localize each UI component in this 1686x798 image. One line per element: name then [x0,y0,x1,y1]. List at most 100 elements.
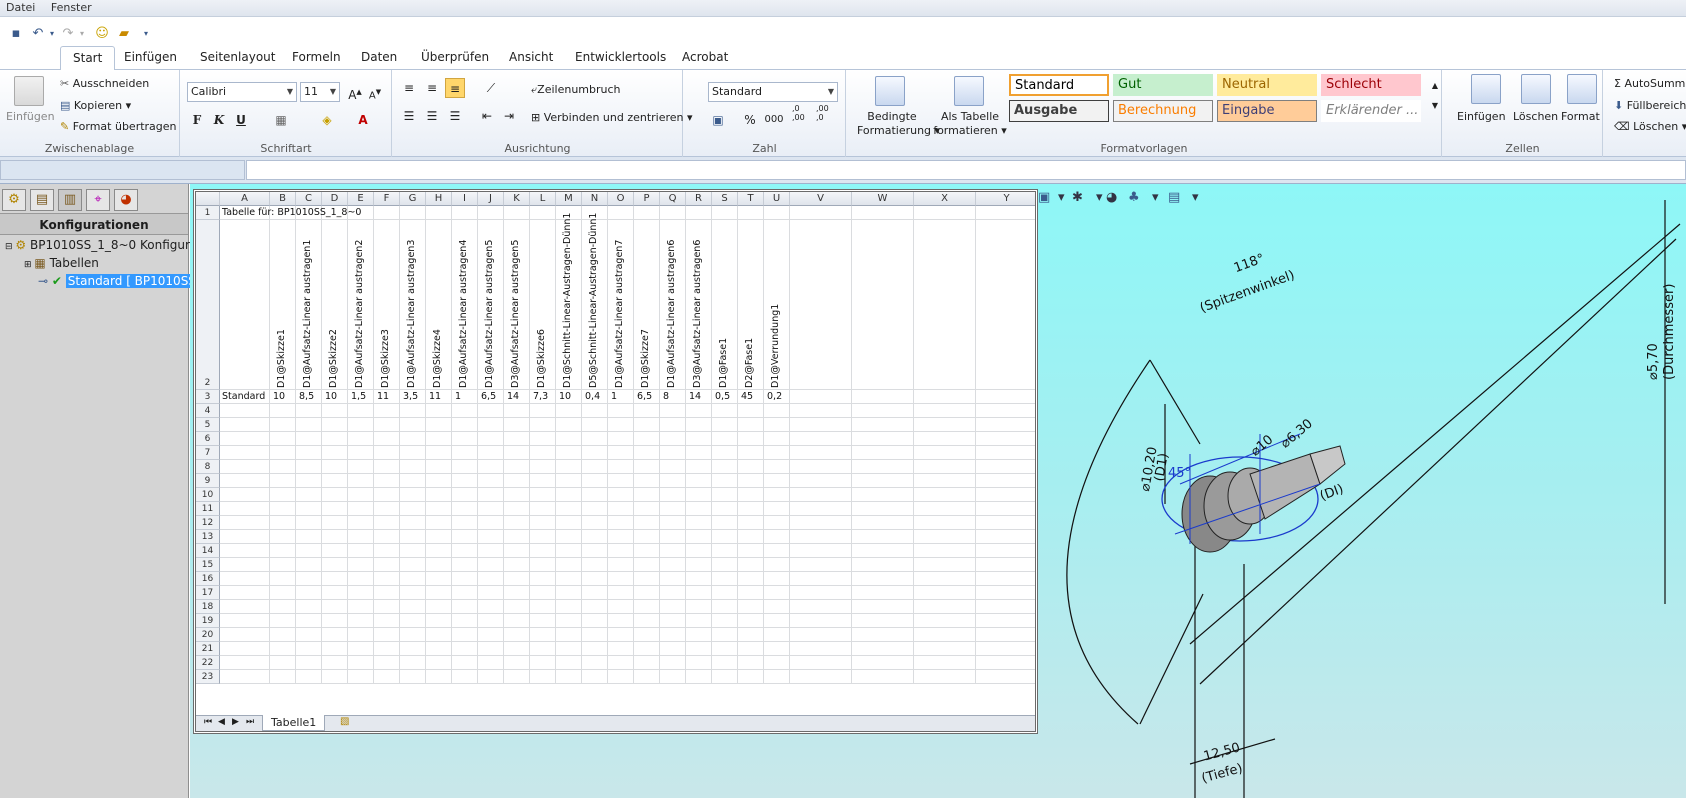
parameter-header-cell[interactable]: D1@Skizze1 [276,329,287,388]
row-header[interactable]: 14 [196,544,220,558]
wrap-text-button[interactable]: ⤶Zeilenumbruch [531,83,621,97]
column-header[interactable]: U [764,192,790,206]
format-cells-icon[interactable] [1567,74,1597,104]
underline-button[interactable]: U [231,110,251,130]
borders-icon[interactable]: ▦ [271,110,291,130]
customize-qat-icon[interactable]: ▾ [138,26,154,42]
column-header[interactable]: T [738,192,764,206]
column-header[interactable]: C [296,192,322,206]
row-header[interactable]: 13 [196,530,220,544]
row-header[interactable]: 18 [196,600,220,614]
cell-style-4[interactable]: Ausgabe [1009,100,1109,122]
gallery-down-icon[interactable]: ▼ [1429,96,1441,116]
currency-icon[interactable]: ▣ [708,110,728,130]
sheet-tab-tabelle1[interactable]: Tabelle1 [262,715,326,731]
parameter-header-cell[interactable]: D1@Skizze4 [432,329,443,388]
column-header[interactable]: E [348,192,374,206]
decrease-decimal-button[interactable]: ,00 ,0 [816,104,836,122]
format-cells-button[interactable]: Format [1561,110,1600,124]
parameter-value-cell[interactable]: 14 [507,391,519,402]
parameter-header-cell[interactable]: D1@Skizze2 [328,329,339,388]
row-header[interactable]: 21 [196,642,220,656]
embedded-design-table[interactable]: A B C D E F G H I J K L M N O P Q R S T U V W X Y 1 2 3 4 5 6 7 8 9 10 11 12… [193,189,1038,734]
row-header[interactable]: 6 [196,432,220,446]
parameter-value-cell[interactable]: 10 [559,391,571,402]
parameter-value-cell[interactable]: 8,5 [299,391,314,402]
font-name-combo[interactable]: Calibri ▼ [187,82,297,102]
parameter-header-cell[interactable]: D1@Aufsatz-Linear austragen4 [458,240,469,388]
row-header[interactable]: 9 [196,474,220,488]
row-header[interactable]: 8 [196,460,220,474]
parameter-header-cell[interactable]: D1@Skizze3 [380,329,391,388]
property-manager-tab-icon[interactable]: ▤ [30,189,54,211]
column-header[interactable]: J [478,192,504,206]
table-title-cell[interactable]: Tabelle für: BP1010SS_1_8~0 [222,207,361,218]
parameter-value-cell[interactable]: 8 [663,391,669,402]
configuration-manager-tab-icon[interactable]: ▥ [58,189,82,211]
row-header[interactable]: 23 [196,670,220,684]
formula-input[interactable] [246,160,1686,180]
parameter-header-cell[interactable]: D3@Aufsatz-Linear austragen6 [692,240,703,388]
sheet-next-icon[interactable]: ▶ [232,717,239,727]
number-format-combo[interactable]: Standard ▼ [708,82,838,102]
undo-dropdown-icon[interactable]: ▾ [44,26,60,42]
sheet-last-icon[interactable]: ⏭ [246,717,254,727]
row-header[interactable]: 11 [196,502,220,516]
fill-button[interactable]: ⬇ Füllbereich [1614,99,1686,113]
parameter-value-cell[interactable]: 1 [611,391,617,402]
cell-style-6[interactable]: Eingabe [1217,100,1317,122]
column-header[interactable]: S [712,192,738,206]
open-folder-icon[interactable]: ▰ [116,26,132,42]
expand-icon[interactable]: ⊞ [24,260,34,270]
parameter-value-cell[interactable]: 45 [741,391,753,402]
column-header[interactable]: R [686,192,712,206]
insert-cells-button[interactable]: Einfügen [1457,110,1506,124]
dimxpert-tab-icon[interactable]: ⌖ [86,189,110,211]
fill-color-icon[interactable]: ◈ [317,110,337,130]
parameter-value-cell[interactable]: 11 [429,391,441,402]
feature-tree-tab-icon[interactable]: ⚙ [2,189,26,211]
name-box[interactable] [0,160,245,180]
row-header[interactable]: 17 [196,586,220,600]
column-header[interactable]: H [426,192,452,206]
align-bottom-icon[interactable]: ≡ [445,78,465,98]
tree-root-item[interactable]: ⊟ ⚙ BP1010SS_1_8~0 Konfigurat [5,238,202,252]
row-header[interactable]: 19 [196,614,220,628]
row-header[interactable]: 7 [196,446,220,460]
percent-button[interactable]: % [740,110,760,130]
row-header[interactable]: 1 [196,206,220,220]
parameter-header-cell[interactable]: D1@Schnitt-Linear-Austragen-Dünn1 [562,213,573,388]
column-header[interactable]: K [504,192,530,206]
tree-config-item[interactable]: ⊸ ✔ Standard [ BP1010SS [38,274,198,288]
menu-datei[interactable]: Datei [0,0,41,15]
parameter-header-cell[interactable]: D1@Aufsatz-Linear austragen3 [406,240,417,388]
thousands-button[interactable]: 000 [764,110,784,130]
grow-font-icon[interactable]: A▲ [345,82,365,102]
select-all-corner[interactable] [196,192,220,206]
sheet-prev-icon[interactable]: ◀ [218,717,225,727]
row-header[interactable]: 2 [196,220,220,390]
column-header[interactable]: B [270,192,296,206]
column-header[interactable]: Y [976,192,1035,206]
tab-formeln[interactable]: Formeln [292,50,341,64]
parameter-header-cell[interactable]: D1@Verrundung1 [770,304,781,388]
parameter-value-cell[interactable]: 6,5 [481,391,496,402]
cell-style-1[interactable]: Gut [1113,74,1213,96]
column-header[interactable]: L [530,192,556,206]
cut-button[interactable]: ✂ Ausschneiden [60,77,149,91]
row-header[interactable]: 16 [196,572,220,586]
conditional-format-icon[interactable] [875,76,905,106]
align-middle-icon[interactable]: ≡ [422,78,442,98]
tab-acrobat[interactable]: Acrobat [682,50,728,64]
smiley-icon[interactable]: ☺ [94,26,110,42]
tree-tables-item[interactable]: ⊞ ▦ Tabellen [24,256,99,270]
column-header[interactable]: P [634,192,660,206]
parameter-value-cell[interactable]: 1,5 [351,391,366,402]
row-header[interactable]: 20 [196,628,220,642]
column-header[interactable]: V [790,192,852,206]
display-manager-tab-icon[interactable]: ◕ [114,189,138,211]
tab-einfuegen[interactable]: Einfügen [124,50,177,64]
tab-ansicht[interactable]: Ansicht [509,50,553,64]
tab-entwicklertools[interactable]: Entwicklertools [575,50,666,64]
save-icon[interactable]: ▪ [8,26,24,42]
